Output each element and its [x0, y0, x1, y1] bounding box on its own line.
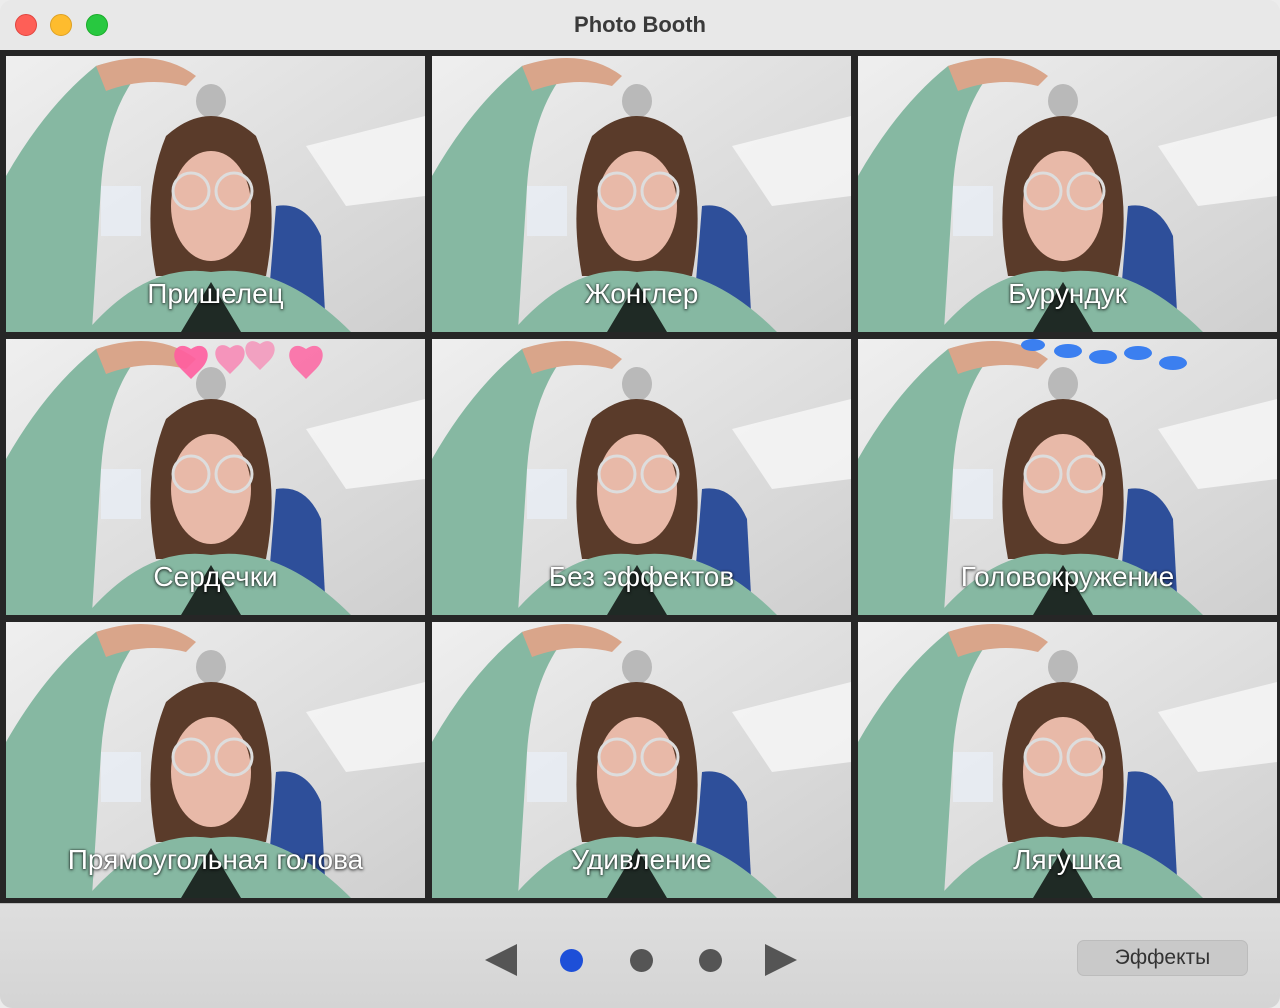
effect-label: Сердечки — [153, 561, 278, 592]
effect-label: Без эффектов — [548, 561, 735, 592]
effect-tile[interactable]: Бурундук — [858, 56, 1277, 332]
bottom-toolbar: Эффекты — [0, 903, 1280, 1008]
effect-label: Бурундук — [1008, 278, 1127, 309]
effect-tile[interactable]: Прямоугольная голова — [6, 622, 425, 898]
effect-tile[interactable]: Удивление — [432, 622, 851, 898]
effect-tile[interactable]: Без эффектов — [432, 339, 851, 615]
effect-label: Прямоугольная голова — [67, 844, 364, 875]
effect-label: Пришелец — [147, 278, 284, 309]
effect-tile[interactable]: Головокружение — [858, 339, 1277, 615]
previous-page-arrow-icon[interactable] — [485, 944, 517, 976]
title-bar: Photo Booth — [0, 0, 1280, 51]
page-dot-1[interactable] — [560, 949, 583, 972]
window-title: Photo Booth — [574, 12, 706, 37]
effect-label: Удивление — [571, 844, 712, 875]
effect-tile[interactable]: Лягушка — [858, 622, 1277, 898]
effect-label: Головокружение — [960, 561, 1175, 592]
effects-button[interactable]: Эффекты — [1077, 940, 1248, 976]
next-page-arrow-icon[interactable] — [765, 944, 797, 976]
photo-booth-window: Photo Booth Пришелец Жонглер Бурундук Серде… — [0, 0, 1280, 1008]
effect-label: Лягушка — [1013, 844, 1122, 875]
page-dot-2[interactable] — [630, 949, 653, 972]
effect-tile[interactable]: Пришелец — [6, 56, 425, 332]
effect-tile[interactable]: Жонглер — [432, 56, 851, 332]
effect-tile[interactable]: Сердечки — [6, 339, 425, 615]
page-dot-3[interactable] — [699, 949, 722, 972]
effects-grid: Пришелец Жонглер Бурундук Сердечки Без эффек… — [0, 50, 1280, 903]
effect-label: Жонглер — [584, 278, 699, 309]
